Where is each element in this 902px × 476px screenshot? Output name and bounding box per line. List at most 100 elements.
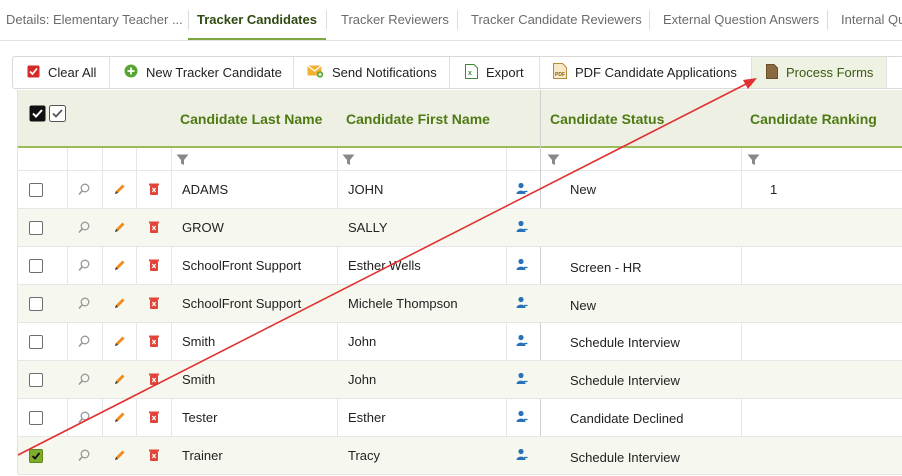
select-all-checkbox[interactable]	[29, 105, 46, 127]
toolbar: Clear All New Tracker Candidate Send Not…	[12, 56, 902, 89]
row-checkbox[interactable]	[29, 411, 43, 425]
person-icon[interactable]	[516, 410, 528, 428]
filter-row	[18, 148, 902, 171]
edit-pencil-icon[interactable]	[113, 449, 126, 467]
svg-text:x: x	[468, 70, 472, 77]
tab-details[interactable]: Details: Elementary Teacher ...	[6, 0, 182, 40]
clear-all-button[interactable]: Clear All	[27, 57, 96, 88]
row-checkbox[interactable]	[29, 373, 43, 387]
cell-last-name: Trainer	[182, 448, 223, 463]
cell-status: Schedule Interview	[570, 450, 680, 465]
tab-internal-questions[interactable]: Internal Qu	[841, 0, 902, 40]
edit-pencil-icon[interactable]	[113, 259, 126, 277]
column-header-last-name[interactable]: Candidate Last Name	[180, 90, 322, 146]
cell-status: Candidate Declined	[570, 411, 684, 426]
edit-pencil-icon[interactable]	[113, 335, 126, 353]
edit-pencil-icon[interactable]	[113, 373, 126, 391]
checkmark-icon	[31, 452, 41, 460]
filter-icon[interactable]	[176, 153, 189, 171]
tab-external-question-answers[interactable]: External Question Answers	[663, 0, 823, 40]
cell-first-name: Esther Wells	[348, 258, 421, 273]
person-icon[interactable]	[516, 334, 528, 352]
person-icon[interactable]	[516, 182, 528, 200]
grid-header: Candidate Last Name Candidate First Name…	[18, 90, 902, 148]
view-icon[interactable]	[78, 373, 90, 391]
view-icon[interactable]	[78, 221, 90, 239]
cell-last-name: GROW	[182, 220, 224, 235]
column-header-first-name[interactable]: Candidate First Name	[346, 90, 490, 146]
edit-pencil-icon[interactable]	[113, 297, 126, 315]
row-checkbox[interactable]	[29, 297, 43, 311]
new-tracker-candidate-button[interactable]: New Tracker Candidate	[124, 57, 282, 88]
view-icon[interactable]	[78, 335, 90, 353]
table-row[interactable]: SchoolFront Support Esther Wells Screen …	[18, 247, 902, 285]
view-icon[interactable]	[78, 297, 90, 315]
filter-icon[interactable]	[547, 153, 560, 171]
cell-last-name: Smith	[182, 372, 216, 387]
process-forms-button[interactable]: Process Forms	[752, 57, 886, 88]
cell-first-name: Esther	[348, 410, 386, 425]
select-visible-checkbox[interactable]	[49, 105, 66, 127]
person-icon[interactable]	[516, 220, 528, 238]
person-icon[interactable]	[516, 296, 528, 314]
cell-ranking: 1	[770, 182, 778, 197]
cell-first-name: John	[348, 334, 377, 349]
send-notifications-button[interactable]: Send Notifications	[307, 57, 437, 88]
table-row[interactable]: Smith John Schedule Interview	[18, 361, 902, 399]
cell-status: New	[570, 182, 597, 197]
delete-icon[interactable]	[148, 410, 160, 429]
row-checkbox[interactable]	[29, 335, 43, 349]
cell-status: New	[570, 298, 597, 313]
table-row[interactable]: Smith John Schedule Interview	[18, 323, 902, 361]
delete-icon[interactable]	[148, 448, 160, 467]
cell-first-name: SALLY	[348, 220, 388, 235]
delete-icon[interactable]	[148, 372, 160, 391]
svg-text:PDF: PDF	[555, 72, 565, 78]
toolbar-divider	[449, 57, 450, 88]
cell-last-name: SchoolFront Support	[182, 258, 302, 273]
cell-last-name: Smith	[182, 334, 216, 349]
cell-last-name: ADAMS	[182, 182, 229, 197]
add-icon	[124, 64, 138, 81]
delete-icon[interactable]	[148, 182, 160, 201]
delete-icon[interactable]	[148, 296, 160, 315]
table-row[interactable]: Trainer Tracy Schedule Interview	[18, 437, 902, 475]
view-icon[interactable]	[78, 259, 90, 277]
tab-divider	[457, 10, 458, 30]
row-checkbox[interactable]	[29, 221, 43, 235]
export-button[interactable]: x Export	[465, 57, 524, 88]
person-icon[interactable]	[516, 448, 528, 466]
row-checkbox[interactable]	[29, 259, 43, 273]
row-checkbox[interactable]	[29, 183, 43, 197]
filter-icon[interactable]	[747, 153, 760, 171]
edit-pencil-icon[interactable]	[113, 183, 126, 201]
view-icon[interactable]	[78, 183, 90, 201]
table-row[interactable]: SchoolFront Support Michele Thompson New	[18, 285, 902, 323]
table-row[interactable]: Tester Esther Candidate Declined	[18, 399, 902, 437]
tab-tracker-candidates[interactable]: Tracker Candidates	[188, 0, 326, 40]
row-checkbox-checked[interactable]	[29, 449, 43, 463]
edit-pencil-icon[interactable]	[113, 221, 126, 239]
view-icon[interactable]	[78, 411, 90, 429]
edit-pencil-icon[interactable]	[113, 411, 126, 429]
tab-tracker-candidate-reviewers[interactable]: Tracker Candidate Reviewers	[471, 0, 643, 40]
clear-all-label: Clear All	[48, 65, 97, 80]
cell-first-name: Michele Thompson	[348, 296, 458, 311]
view-icon[interactable]	[78, 449, 90, 467]
tab-tracker-reviewers[interactable]: Tracker Reviewers	[341, 0, 455, 40]
delete-icon[interactable]	[148, 258, 160, 277]
toolbar-divider	[293, 57, 294, 88]
person-icon[interactable]	[516, 372, 528, 390]
cell-last-name: Tester	[182, 410, 218, 425]
tab-bar: Details: Elementary Teacher ... Tracker …	[0, 0, 902, 41]
cell-first-name: John	[348, 372, 377, 387]
column-header-status[interactable]: Candidate Status	[550, 90, 664, 146]
person-icon[interactable]	[516, 258, 528, 276]
pdf-candidate-applications-button[interactable]: PDF PDF Candidate Applications	[553, 57, 737, 88]
table-row[interactable]: GROW SALLY	[18, 209, 902, 247]
column-header-ranking[interactable]: Candidate Ranking	[750, 90, 877, 146]
filter-icon[interactable]	[342, 153, 355, 171]
delete-icon[interactable]	[148, 334, 160, 353]
delete-icon[interactable]	[148, 220, 160, 239]
table-row[interactable]: ADAMS JOHN New 1	[18, 171, 902, 209]
